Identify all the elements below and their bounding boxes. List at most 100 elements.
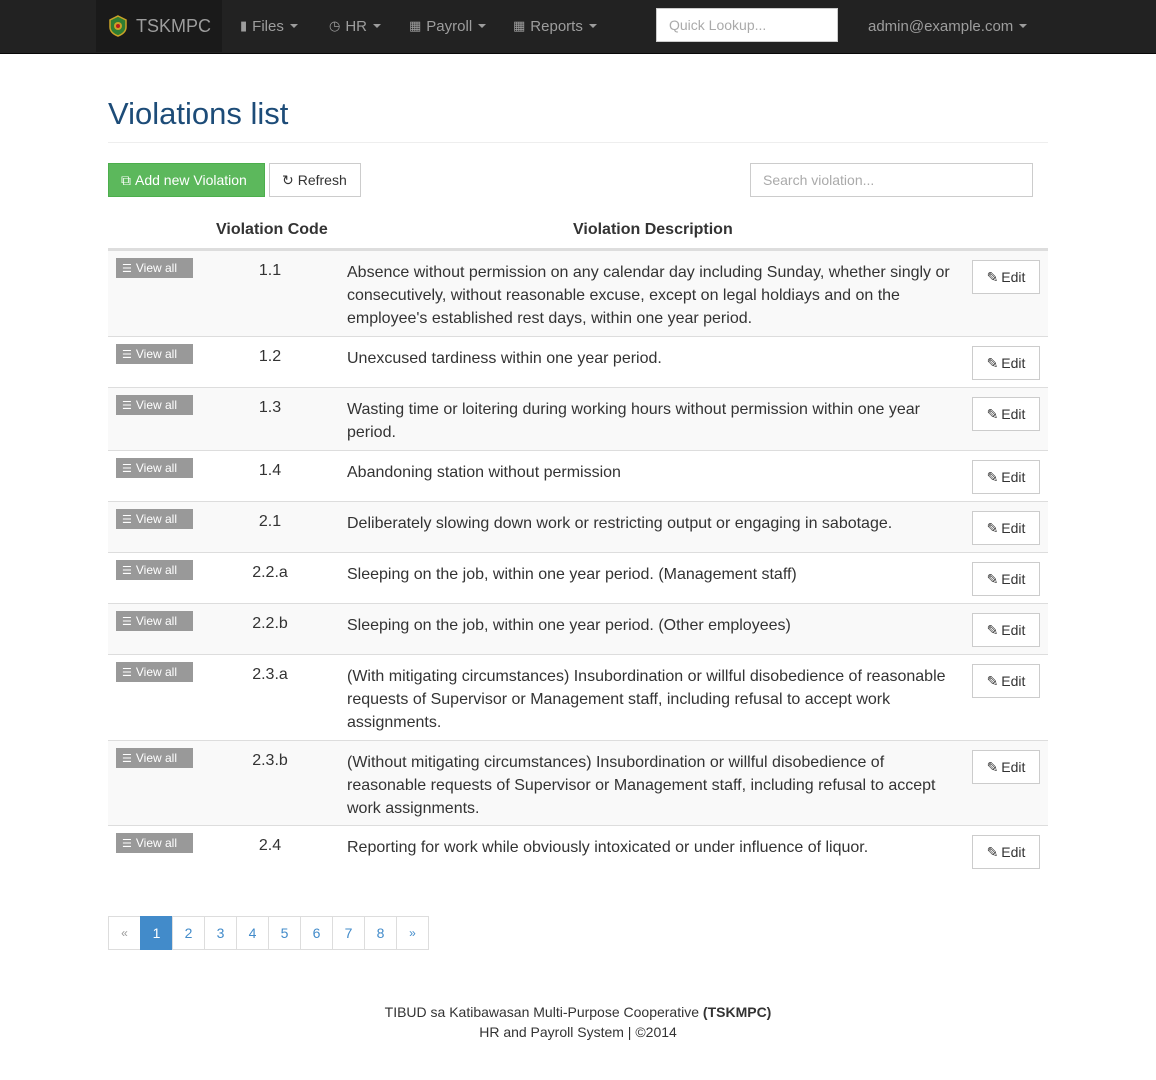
pagination-page-7[interactable]: 7: [332, 916, 365, 950]
edit-icon: ✎: [986, 672, 999, 689]
edit-button[interactable]: ✎ Edit: [972, 750, 1040, 784]
violation-code: 2.1: [258, 513, 282, 530]
edit-label: Edit: [1001, 469, 1026, 485]
list-icon: ☰: [122, 513, 132, 526]
edit-button[interactable]: ✎ Edit: [972, 511, 1040, 545]
pagination-next[interactable]: »: [396, 916, 429, 950]
pagination-page-2[interactable]: 2: [172, 916, 205, 950]
footer: TIBUD sa Katibawasan Multi-Purpose Coope…: [0, 1002, 1156, 1042]
violation-code: 1.1: [258, 262, 282, 279]
nav-menu-files[interactable]: ▮ Files: [240, 0, 298, 52]
edit-button[interactable]: ✎ Edit: [972, 346, 1040, 380]
pagination-page-8[interactable]: 8: [364, 916, 397, 950]
view-all-button[interactable]: ☰ View all: [116, 662, 193, 682]
chevron-down-icon: [289, 24, 298, 28]
book-icon: ▮: [240, 18, 248, 33]
view-all-label: View all: [135, 398, 178, 412]
list-icon: ☰: [122, 399, 132, 412]
add-violation-button[interactable]: ⧉ Add new Violation: [108, 163, 265, 197]
footer-org-acronym: (TSKMPC): [702, 1004, 772, 1020]
list-icon: ☰: [122, 262, 132, 275]
violation-description: Reporting for work while obviously intox…: [347, 839, 869, 856]
edit-button[interactable]: ✎ Edit: [972, 260, 1040, 294]
calculator-icon: ▦: [513, 18, 526, 33]
edit-button[interactable]: ✎ Edit: [972, 664, 1040, 698]
quick-lookup-input[interactable]: [656, 8, 838, 42]
footer-line-2: HR and Payroll System | ©2014: [479, 1024, 677, 1040]
violation-description: Sleeping on the job, within one year per…: [347, 566, 797, 583]
view-all-label: View all: [135, 751, 178, 765]
edit-button[interactable]: ✎ Edit: [972, 613, 1040, 647]
refresh-button[interactable]: ↻ Refresh: [269, 163, 361, 197]
pagination-page-3[interactable]: 3: [204, 916, 237, 950]
edit-icon: ✎: [986, 519, 999, 536]
chevron-down-icon: [478, 24, 487, 28]
edit-button[interactable]: ✎ Edit: [972, 835, 1040, 869]
table-row: ☰ View all 2.1 Deliberately slowing down …: [108, 501, 1048, 552]
footer-org-name: TIBUD sa Katibawasan Multi-Purpose Coope…: [384, 1004, 700, 1020]
view-all-button[interactable]: ☰ View all: [116, 344, 193, 364]
list-icon: ☰: [122, 564, 132, 577]
list-icon: ☰: [122, 666, 132, 679]
view-all-button[interactable]: ☰ View all: [116, 395, 193, 415]
view-all-button[interactable]: ☰ View all: [116, 258, 193, 278]
user-email: admin@example.com: [868, 17, 1014, 35]
list-icon: ☰: [122, 462, 132, 475]
view-all-button[interactable]: ☰ View all: [116, 509, 193, 529]
view-all-button[interactable]: ☰ View all: [116, 560, 193, 580]
violation-code: 1.2: [258, 348, 282, 365]
edit-button[interactable]: ✎ Edit: [972, 397, 1040, 431]
view-all-label: View all: [135, 563, 178, 577]
nav-menu-payroll[interactable]: ▦ Payroll: [409, 0, 487, 52]
nav-menu-reports[interactable]: ▦ Reports: [513, 0, 597, 52]
edit-label: Edit: [1001, 844, 1026, 860]
title-divider: [108, 142, 1048, 143]
violation-description: Sleeping on the job, within one year per…: [347, 617, 791, 634]
pagination-page-5[interactable]: 5: [268, 916, 301, 950]
view-all-label: View all: [135, 261, 178, 275]
view-all-button[interactable]: ☰ View all: [116, 833, 193, 853]
violation-code: 2.4: [258, 837, 282, 854]
page-title: Violations list: [108, 96, 289, 131]
user-menu[interactable]: admin@example.com: [868, 0, 1028, 52]
edit-label: Edit: [1001, 269, 1026, 285]
pagination-prev[interactable]: «: [108, 916, 141, 950]
violation-description: Abandoning station without permission: [347, 464, 621, 481]
nav-menu-hr[interactable]: ◷ HR: [329, 0, 382, 52]
search-violation-input[interactable]: [750, 163, 1033, 197]
view-all-label: View all: [135, 347, 178, 361]
edit-label: Edit: [1001, 355, 1026, 371]
edit-icon: ✎: [986, 570, 999, 587]
table-row: ☰ View all 2.3.b (Without mitigating circ…: [108, 740, 1048, 825]
table-row: ☰ View all 1.4 Abandoning station without…: [108, 450, 1048, 501]
pagination: « 1 2 3 4 5 6 7 8 »: [108, 916, 429, 950]
edit-icon: ✎: [986, 758, 999, 775]
violation-code: 2.3.b: [252, 752, 288, 769]
edit-label: Edit: [1001, 759, 1026, 775]
edit-icon: ✎: [986, 621, 999, 638]
nav-menu-label: Files: [252, 17, 284, 35]
view-all-label: View all: [135, 461, 178, 475]
list-icon: ☰: [122, 837, 132, 850]
clock-icon: ◷: [329, 18, 341, 33]
view-all-button[interactable]: ☰ View all: [116, 458, 193, 478]
pagination-page-4[interactable]: 4: [236, 916, 269, 950]
table-row: ☰ View all 1.3 Wasting time or loitering …: [108, 387, 1048, 450]
edit-icon: ✎: [986, 843, 999, 860]
table-row: ☰ View all 2.2.b Sleeping on the job, wit…: [108, 603, 1048, 654]
edit-button[interactable]: ✎ Edit: [972, 460, 1040, 494]
chevron-down-icon: [1019, 24, 1028, 28]
edit-button[interactable]: ✎ Edit: [972, 562, 1040, 596]
view-all-button[interactable]: ☰ View all: [116, 611, 193, 631]
violation-description: Absence without permission on any calend…: [347, 264, 950, 327]
brand-link[interactable]: TSKMPC: [96, 0, 222, 52]
column-header-code: Violation Code: [216, 221, 328, 238]
list-icon: ☰: [122, 752, 132, 765]
edit-label: Edit: [1001, 622, 1026, 638]
edit-label: Edit: [1001, 406, 1026, 422]
view-all-label: View all: [135, 836, 178, 850]
top-navbar: TSKMPC ▮ Files ◷ HR ▦ Payroll ▦ Reports …: [0, 0, 1156, 54]
pagination-page-6[interactable]: 6: [300, 916, 333, 950]
pagination-page-1[interactable]: 1: [140, 916, 173, 950]
view-all-button[interactable]: ☰ View all: [116, 748, 193, 768]
